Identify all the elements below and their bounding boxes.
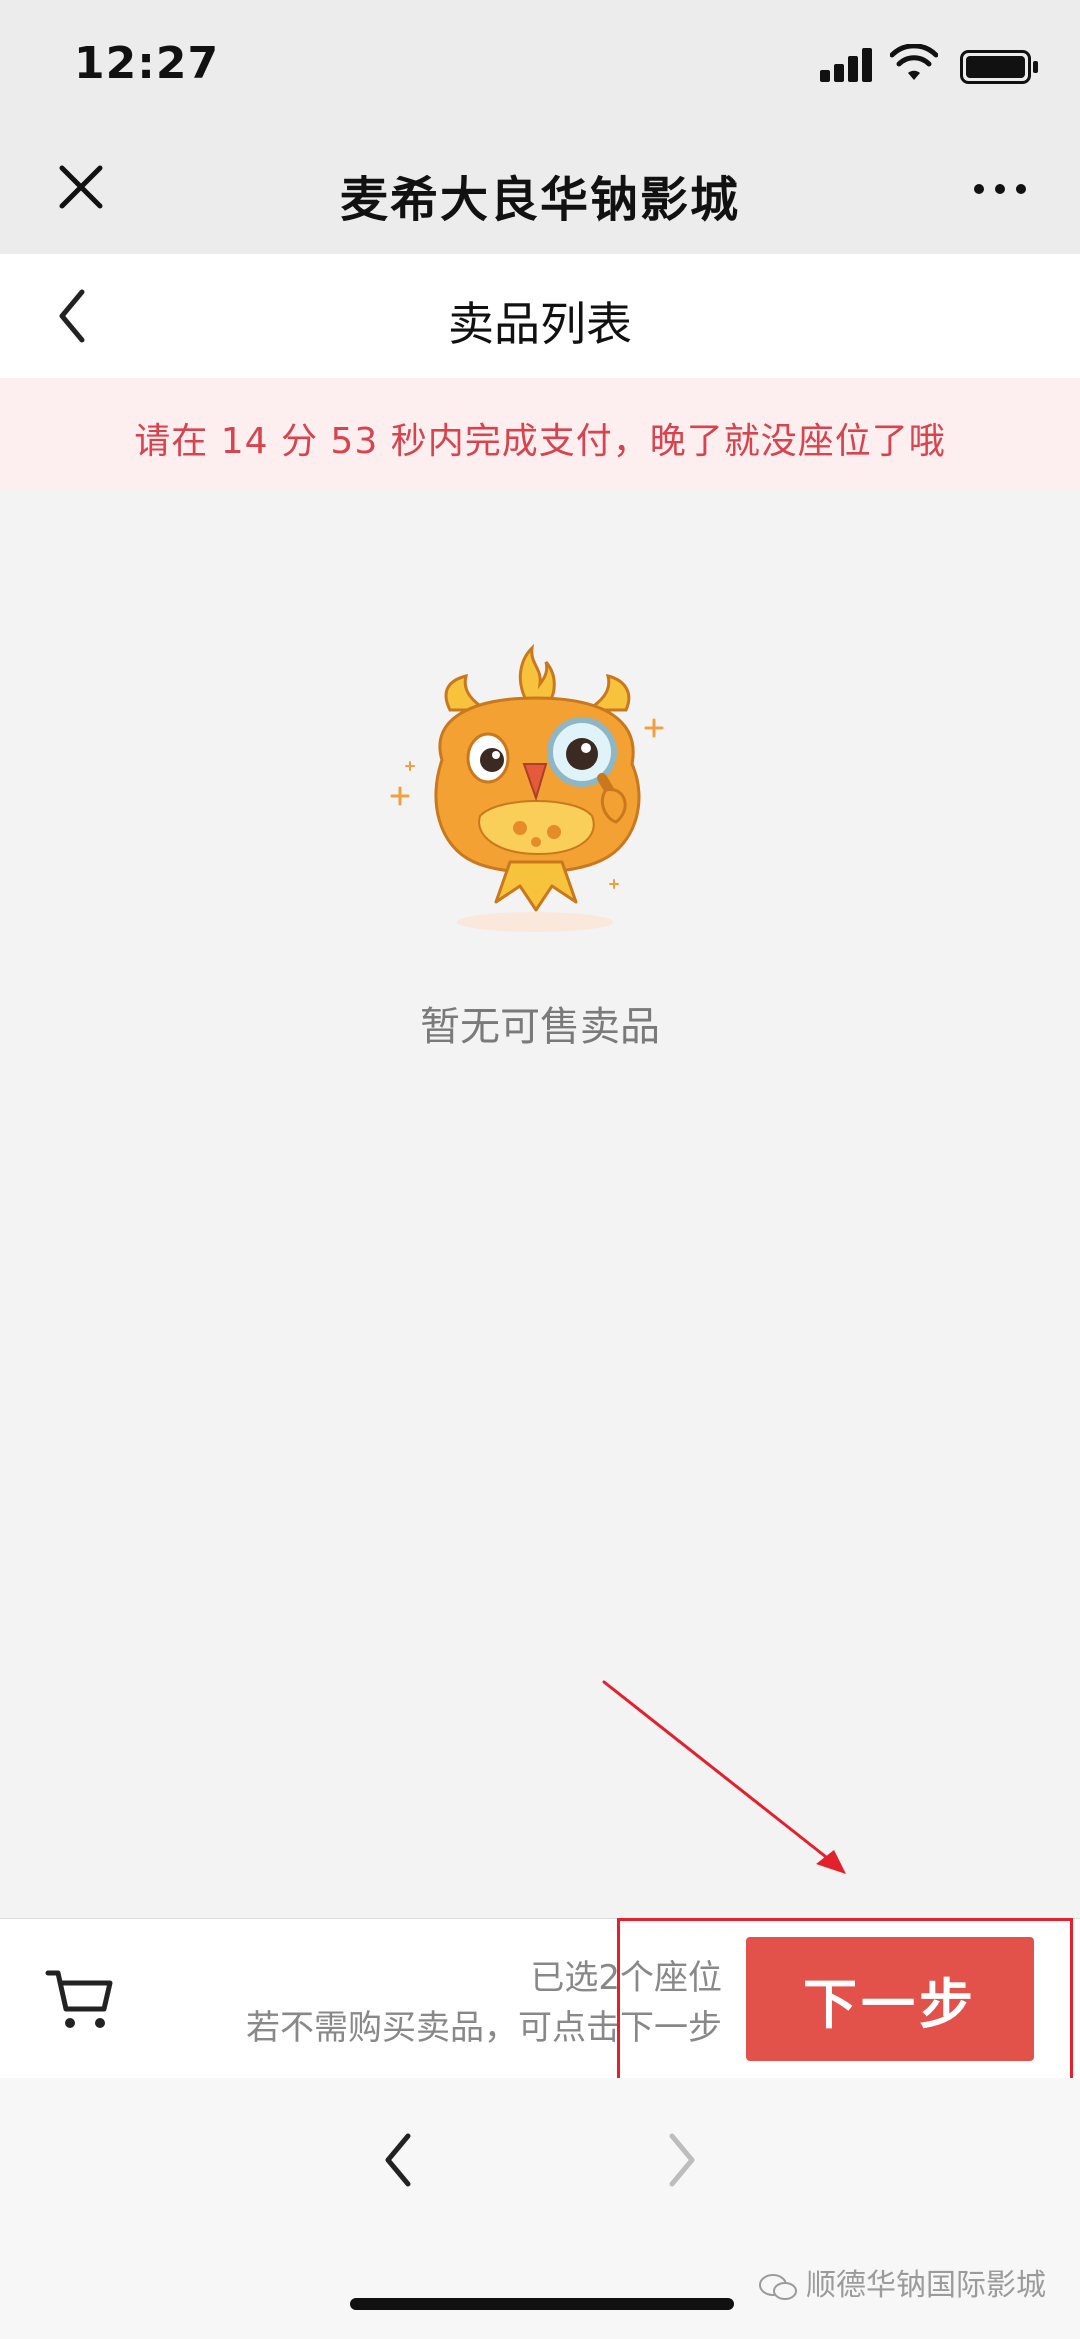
payment-notice: 请在 14 分 53 秒内完成支付，晚了就没座位了哦 — [0, 378, 1080, 490]
wechat-logo-icon — [759, 2273, 797, 2300]
wifi-icon — [890, 44, 938, 80]
watermark: 顺德华钠国际影城 — [758, 2260, 1046, 2303]
more-icon[interactable] — [972, 170, 1028, 210]
battery-icon — [960, 50, 1038, 84]
status-icons — [800, 44, 1040, 88]
browser-toolbar: 顺德华钠国际影城 — [0, 2078, 1080, 2339]
home-indicator — [350, 2298, 734, 2310]
status-bar: 12:27 — [0, 0, 1080, 130]
payment-countdown-text: 请在 14 分 53 秒内完成支付，晚了就没座位了哦 — [134, 421, 946, 462]
webview-title: 麦希大良华钠影城 — [339, 172, 740, 228]
watermark-text: 顺德华钠国际影城 — [806, 2268, 1046, 2303]
signal-icon — [820, 48, 874, 82]
status-time: 12:27 — [74, 38, 220, 89]
chevron-right-icon[interactable] — [662, 2130, 702, 2190]
empty-state-text: 暂无可售卖品 — [420, 1004, 660, 1050]
cart-icon[interactable] — [44, 1967, 116, 2033]
annotation-arrow — [602, 1680, 846, 1874]
page-title: 卖品列表 — [448, 297, 632, 351]
page-header: 卖品列表 — [0, 254, 1080, 378]
owl-mascot-illustration — [390, 643, 664, 932]
chevron-left-icon[interactable] — [378, 2130, 418, 2190]
webview-header: 麦希大良华钠影城 — [0, 130, 1080, 254]
